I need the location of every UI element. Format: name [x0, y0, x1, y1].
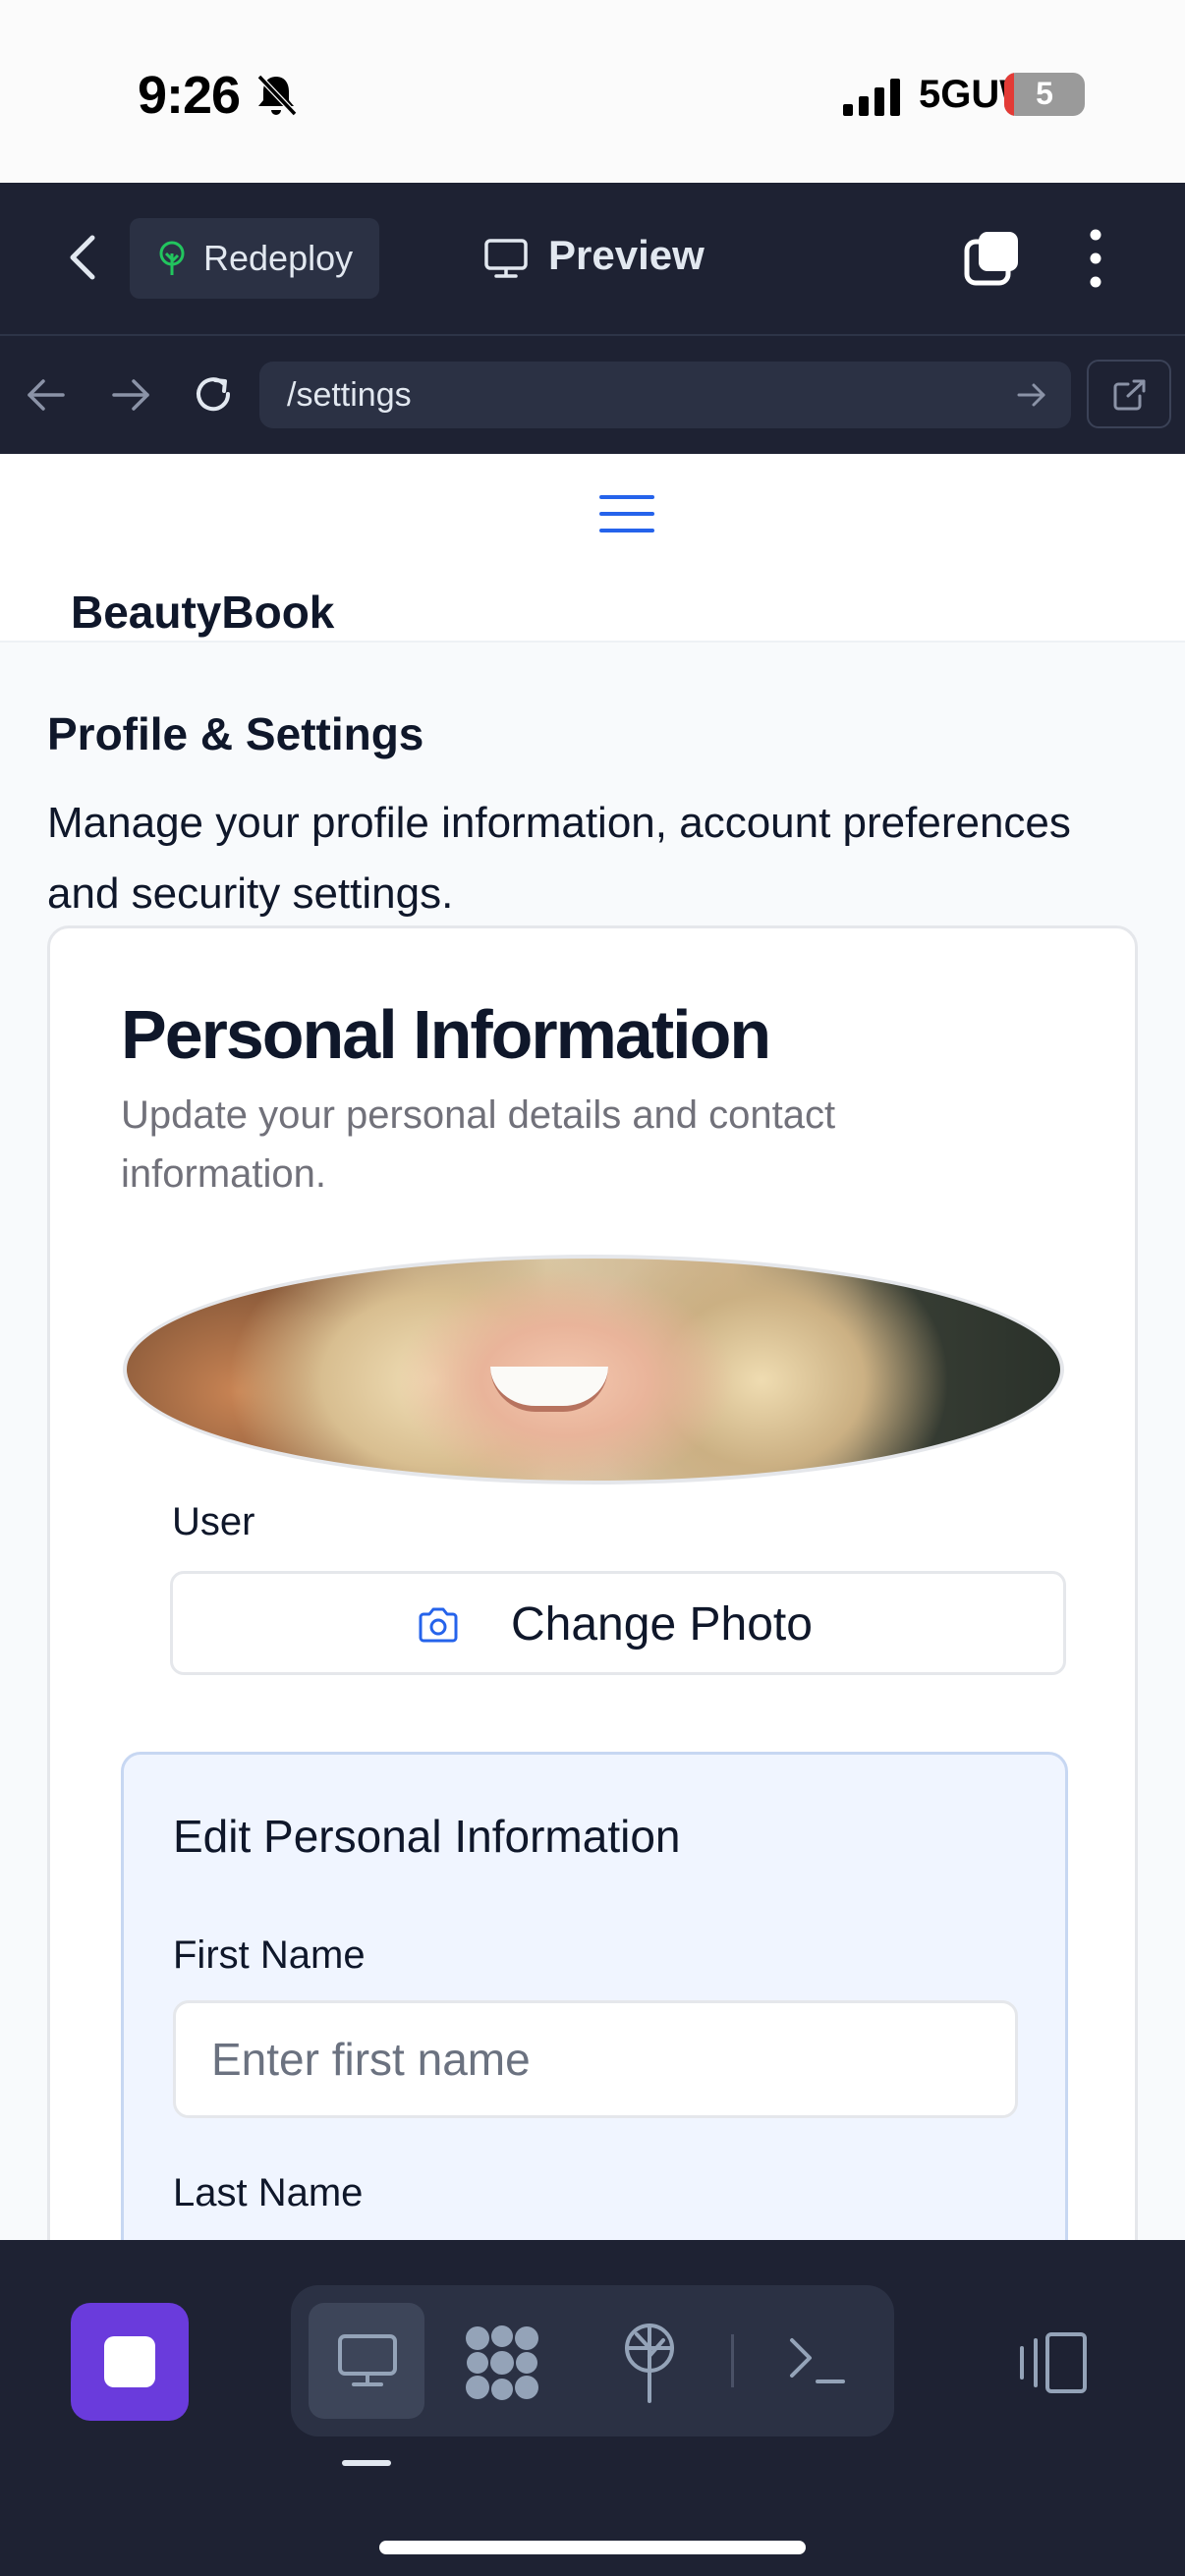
monitor-icon [484, 239, 528, 278]
url-bar[interactable]: /settings [259, 362, 1071, 428]
external-link-icon [1113, 379, 1146, 411]
preview-label: Preview [548, 232, 705, 278]
status-bar: 9:26 5GUW 5 [0, 0, 1185, 183]
change-photo-label: Change Photo [511, 1598, 813, 1651]
web-page: BeautyBook Profile & Settings Manage you… [0, 454, 1185, 2240]
terminal-icon[interactable] [788, 2334, 847, 2387]
deploy-icon[interactable] [619, 2323, 680, 2403]
tree-icon [159, 241, 185, 275]
brand-logo-text[interactable]: BeautyBook [71, 586, 334, 639]
signal-icon [843, 79, 900, 116]
arrow-left-icon[interactable] [26, 377, 67, 413]
card-title: Personal Information [121, 996, 771, 1073]
edit-personal-info-section: Edit Personal Information First Name Las… [121, 1752, 1068, 2240]
avatar [123, 1255, 1064, 1484]
edit-section-title: Edit Personal Information [173, 1811, 681, 1862]
apps-grid-icon[interactable] [464, 2324, 540, 2401]
last-name-label: Last Name [173, 2171, 364, 2214]
page-description: Manage your profile information, account… [47, 799, 1071, 918]
change-photo-button[interactable]: Change Photo [170, 1571, 1066, 1675]
camera-icon [419, 1607, 458, 1643]
go-arrow-icon[interactable] [1016, 381, 1047, 409]
desktop-tool-button[interactable] [309, 2303, 424, 2419]
page-title: Profile & Settings [47, 708, 424, 759]
avatar-photo-detail [490, 1367, 608, 1412]
hamburger-menu-icon[interactable] [597, 489, 656, 538]
personal-info-card: Personal Information Update your persona… [47, 925, 1138, 2240]
more-vertical-icon[interactable] [1081, 226, 1110, 291]
home-indicator [379, 2541, 806, 2554]
toolbar-divider [731, 2334, 734, 2387]
stop-icon [104, 2336, 155, 2387]
user-name-label: User [172, 1500, 255, 1543]
redeploy-button[interactable]: Redeploy [130, 218, 379, 299]
split-view-icon[interactable] [1018, 2328, 1089, 2397]
desktop-icon [338, 2334, 397, 2386]
redeploy-label: Redeploy [203, 238, 354, 278]
reload-icon[interactable] [191, 371, 236, 417]
tool-switcher [291, 2285, 894, 2436]
battery-icon: 5 [1004, 73, 1085, 116]
card-subtitle: Update your personal details and contact… [121, 1093, 836, 1196]
active-tab-indicator [342, 2460, 391, 2466]
site-header: BeautyBook [0, 454, 1185, 643]
stop-button[interactable] [71, 2303, 189, 2421]
first-name-label: First Name [173, 1933, 366, 1977]
url-text: /settings [287, 376, 412, 414]
back-chevron-icon[interactable] [59, 228, 108, 287]
tabs-icon[interactable] [963, 228, 1022, 287]
battery-level: 5 [1036, 76, 1053, 111]
first-name-input[interactable] [173, 2000, 1018, 2118]
battery-tip [1079, 86, 1085, 102]
status-time: 9:26 [138, 66, 241, 125]
open-external-button[interactable] [1087, 360, 1171, 428]
arrow-right-icon[interactable] [110, 377, 151, 413]
bell-slash-icon [256, 74, 298, 117]
bottom-toolbar [0, 2240, 1185, 2576]
